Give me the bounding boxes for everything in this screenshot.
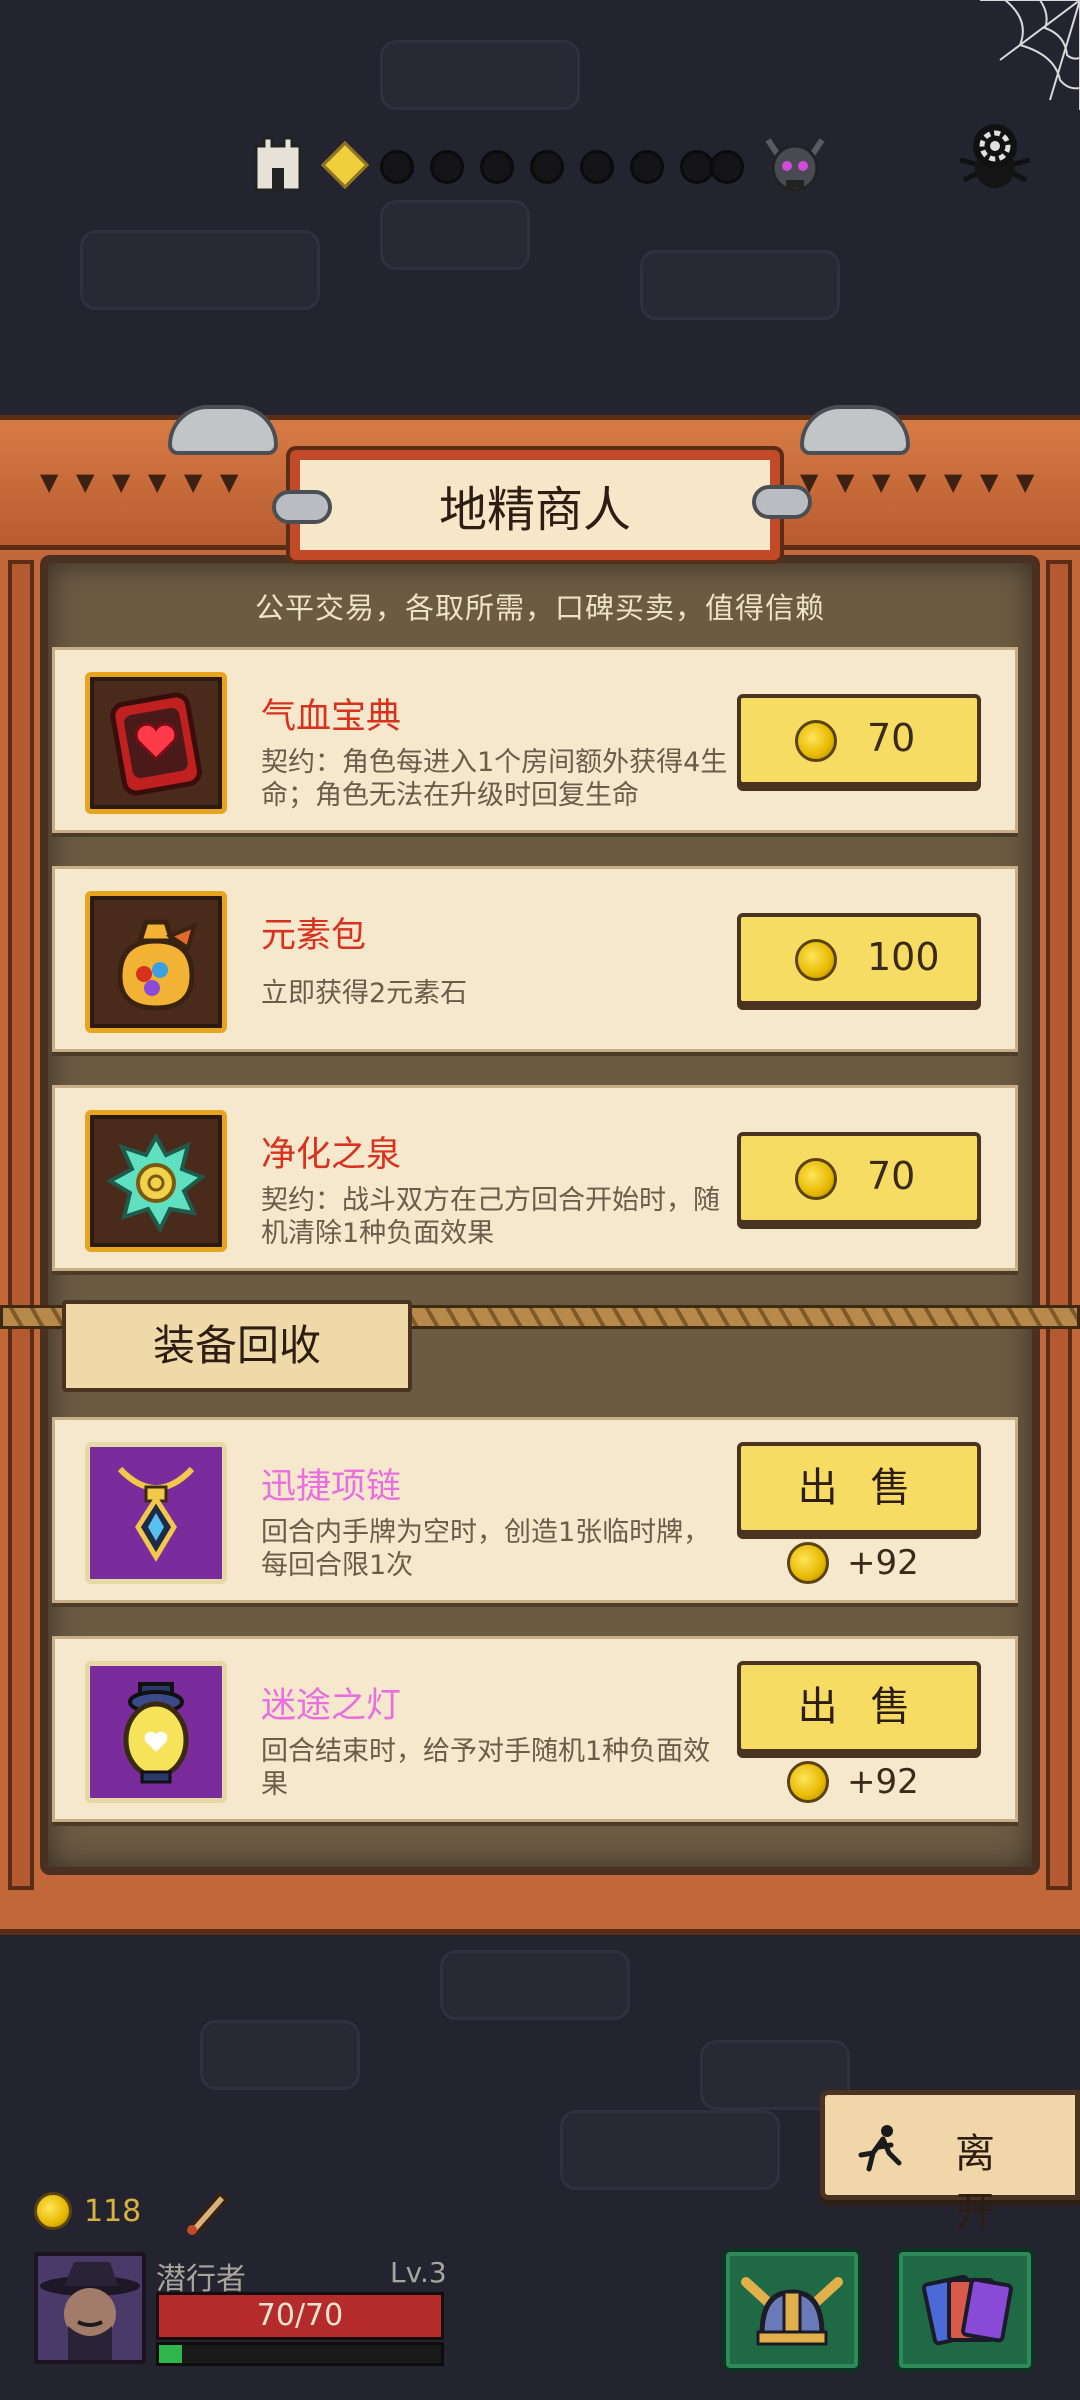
card-deck-button[interactable]	[895, 2248, 1035, 2372]
item-price: 100	[867, 935, 940, 979]
current-node-diamond-icon	[320, 140, 370, 190]
item-name: 迷途之灯	[261, 1686, 402, 1726]
item-name: 气血宝典	[261, 697, 402, 737]
shop-title: 地精商人	[290, 450, 780, 560]
cobweb-decoration	[980, 0, 1080, 110]
path-node	[380, 150, 414, 184]
leave-button[interactable]: 离 开	[820, 2090, 1080, 2235]
wall-brick	[440, 1950, 630, 2020]
helmet-icon	[741, 2277, 843, 2346]
running-person-icon	[858, 2125, 902, 2172]
sell-button[interactable]: 出 售	[737, 1661, 981, 1753]
item-price: 70	[867, 1154, 916, 1198]
shop-item-card[interactable]: 净化之泉 契约：战斗双方在己方回合开始时，随机清除1种负面效果 70	[52, 1085, 1018, 1271]
wall-brick	[80, 230, 320, 310]
metal-hook-decoration	[800, 405, 910, 455]
buy-button[interactable]: 70	[737, 694, 981, 786]
experience-bar-fill	[159, 2345, 182, 2363]
item-name: 元素包	[261, 916, 367, 956]
spike-decoration: ▼ ▼ ▼ ▼ ▼ ▼ ▼	[800, 468, 1035, 496]
section-title-recycle: 装备回收	[62, 1300, 412, 1392]
element-bag-icon	[85, 891, 227, 1033]
coin-icon	[787, 1542, 829, 1584]
item-description: 回合内手牌为空时，创造1张临时牌，每回合限1次	[261, 1517, 711, 1581]
wall-brick	[560, 2110, 780, 2190]
player-level: Lv.3	[390, 2256, 447, 2289]
frame-post-left	[8, 560, 34, 1890]
coin-icon	[34, 2192, 72, 2230]
gold-amount: 118	[84, 2193, 142, 2229]
wall-brick	[640, 250, 840, 320]
spike-decoration: ▼ ▼ ▼ ▼ ▼ ▼	[40, 468, 239, 496]
heart-book-icon	[85, 672, 227, 814]
player-avatar[interactable]	[34, 2252, 146, 2364]
buy-button[interactable]: 70	[737, 1132, 981, 1224]
gold-counter: 118	[34, 2192, 141, 2230]
wall-brick	[200, 2020, 360, 2090]
sell-gain: +92	[787, 1540, 919, 1586]
item-price: 70	[867, 716, 916, 760]
bolt-decoration	[272, 490, 332, 524]
scroll-icon[interactable]	[180, 2180, 230, 2240]
sell-gain-value: +92	[847, 1762, 919, 1802]
recycle-item-card[interactable]: 迷途之灯 回合结束时，给予对手随机1种负面效果 出 售 +92	[52, 1636, 1018, 1822]
path-node	[710, 150, 744, 184]
health-text: 70/70	[256, 2298, 344, 2333]
wall-brick	[380, 40, 580, 110]
path-node	[430, 150, 464, 184]
sell-button[interactable]: 出 售	[737, 1442, 981, 1534]
path-node	[630, 150, 664, 184]
recycle-item-card[interactable]: 迅捷项链 回合内手牌为空时，创造1张临时牌，每回合限1次 出 售 +92	[52, 1417, 1018, 1603]
coin-icon	[795, 1158, 837, 1200]
item-description: 契约：战斗双方在己方回合开始时，随机清除1种负面效果	[261, 1185, 720, 1249]
shop-item-card[interactable]: 元素包 立即获得2元素石 100	[52, 866, 1018, 1052]
coin-icon	[787, 1761, 829, 1803]
sell-gain: +92	[787, 1759, 919, 1805]
item-name: 迅捷项链	[261, 1467, 402, 1507]
path-node	[530, 150, 564, 184]
health-bar: 70/70	[156, 2292, 444, 2340]
cards-icon	[921, 2274, 1013, 2346]
frame-post-right	[1046, 560, 1072, 1890]
wall-brick	[380, 200, 530, 270]
coin-icon	[795, 720, 837, 762]
path-node	[580, 150, 614, 184]
lantern-icon	[85, 1661, 227, 1803]
settings-gear-button[interactable]	[950, 110, 1040, 200]
bolt-decoration	[752, 485, 812, 519]
item-description: 立即获得2元素石	[261, 978, 468, 1009]
shop-subtitle: 公平交易，各取所需，口碑买卖，值得信赖	[254, 591, 825, 625]
dungeon-progress-track	[250, 120, 850, 210]
item-name: 净化之泉	[261, 1135, 402, 1175]
buy-button[interactable]: 100	[737, 913, 981, 1005]
path-node	[680, 150, 714, 184]
path-node	[480, 150, 514, 184]
shop-item-card[interactable]: 气血宝典 契约：角色每进入1个房间额外获得4生命；角色无法在升级时回复生命 70	[52, 647, 1018, 833]
coin-icon	[795, 939, 837, 981]
metal-hook-decoration	[168, 405, 278, 455]
item-description: 契约：角色每进入1个房间额外获得4生命；角色无法在升级时回复生命	[261, 747, 728, 811]
leave-label: 离 开	[955, 2131, 1009, 2235]
experience-bar	[156, 2342, 444, 2366]
purify-spring-icon	[85, 1110, 227, 1252]
tower-icon	[254, 136, 302, 192]
boss-skull-icon	[765, 138, 825, 192]
sell-gain-value: +92	[847, 1543, 919, 1583]
equipment-button[interactable]	[722, 2248, 862, 2372]
necklace-icon	[85, 1442, 227, 1584]
item-description: 回合结束时，给予对手随机1种负面效果	[261, 1736, 711, 1800]
